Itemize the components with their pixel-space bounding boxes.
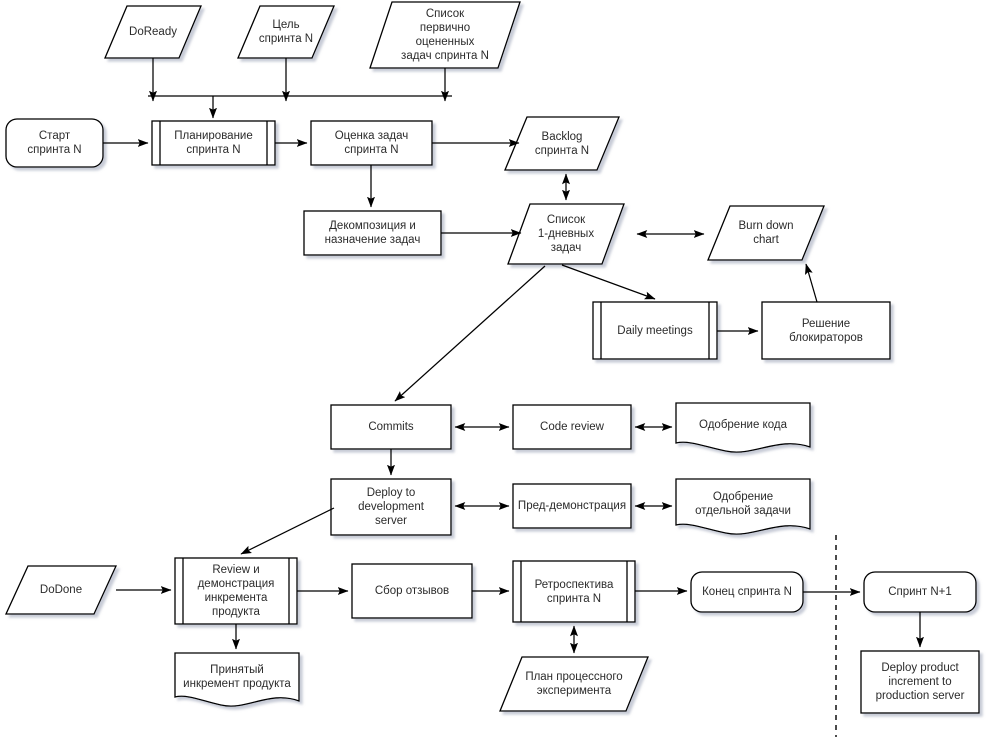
node-shape-sprint_end [690,571,804,613]
node-shape-burndown [707,205,825,261]
node-shape-process_plan [499,656,649,712]
node-shape-daily_list [507,203,625,265]
node-shape-estimation [310,120,433,166]
node-shape-feedback [351,563,473,619]
node-shape-deploy_dev [330,478,452,536]
edge-dailylist-to-daily-meetings [561,264,656,300]
flowchart-canvas: DoReady Цель спринта N Список первично оце… [0,0,989,749]
node-shape-daily_meetings [592,301,718,360]
edge-dailylist-to-commits [394,265,546,402]
edge-blockers-to-burndown [805,263,818,303]
node-shape-sprint_start [5,118,104,168]
node-shape-decomposition [303,210,442,256]
edge-deploy-to-review [240,507,335,555]
node-shape-predemo [512,483,632,529]
flowchart-edges [4,1,980,737]
node-shape-blockers [761,301,891,360]
node-shape-dodone [4,565,118,615]
node-shape-commits [330,404,452,450]
node-shape-deploy_prod [860,650,980,714]
node-shape-sprint_goal [237,5,335,59]
node-shape-review_demo [174,557,298,625]
node-shape-retro [512,560,636,623]
node-shape-initial_tasks [369,1,521,69]
node-shape-code_review [512,404,632,450]
node-shape-planning [151,120,276,166]
node-shape-code_approval [675,402,811,453]
node-shape-next_sprint [863,571,977,613]
node-shape-backlog [504,116,620,171]
node-shape-doready [104,5,202,59]
node-shape-task_approval [675,478,811,535]
node-shape-accepted_inc [174,652,300,707]
